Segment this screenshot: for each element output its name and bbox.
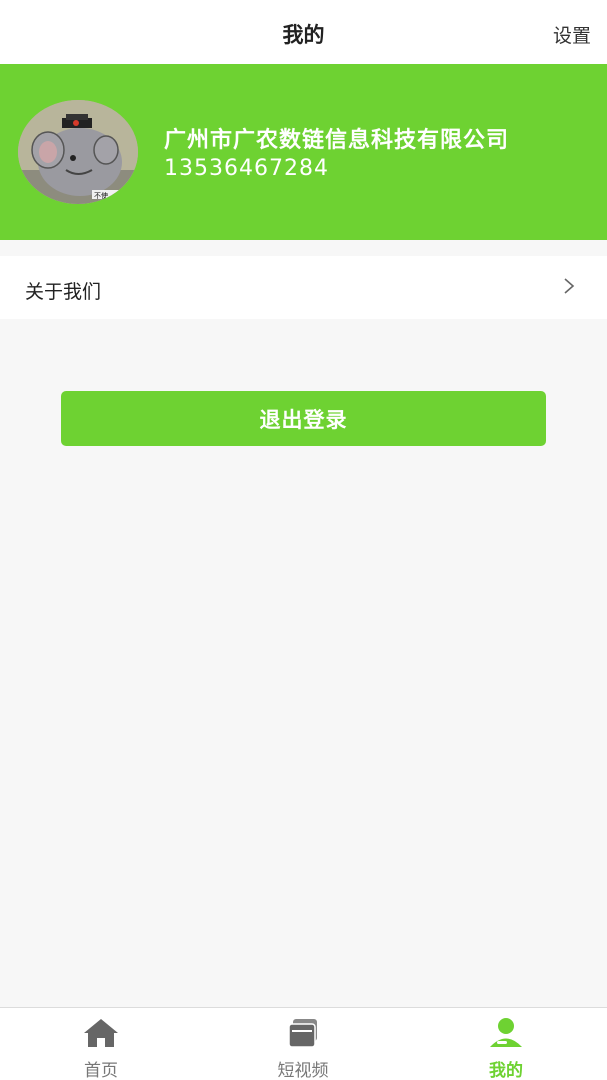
tab-home-label: 首页: [84, 1061, 118, 1080]
tab-home[interactable]: 首页: [0, 1008, 202, 1080]
avatar-image: 不使: [18, 100, 138, 204]
bottom-tab-bar: 首页 短视频 我的: [0, 1007, 607, 1080]
company-name: 广州市广农数链信息科技有限公司: [164, 128, 510, 153]
page-title: 我的: [282, 23, 325, 47]
about-us-item[interactable]: 关于我们: [0, 256, 607, 319]
tab-short-video[interactable]: 短视频: [202, 1008, 404, 1080]
phone-number: 13536467284: [164, 156, 329, 181]
tab-mine[interactable]: 我的: [405, 1008, 607, 1080]
chevron-right-icon: [564, 278, 575, 294]
settings-button[interactable]: 设置: [553, 21, 591, 48]
profile-banner: 不使 广州市广农数链信息科技有限公司 13536467284: [0, 64, 607, 240]
video-icon: [288, 1019, 317, 1048]
logout-button[interactable]: 退出登录: [61, 391, 546, 446]
avatar[interactable]: 不使: [18, 100, 138, 204]
home-icon: [84, 1019, 118, 1047]
tab-short-video-label: 短视频: [277, 1061, 329, 1080]
svg-text:不使: 不使: [94, 191, 108, 200]
user-icon: [490, 1018, 522, 1047]
about-us-label: 关于我们: [25, 281, 102, 303]
top-header: 我的 设置: [0, 0, 607, 64]
tab-mine-label: 我的: [489, 1061, 523, 1080]
